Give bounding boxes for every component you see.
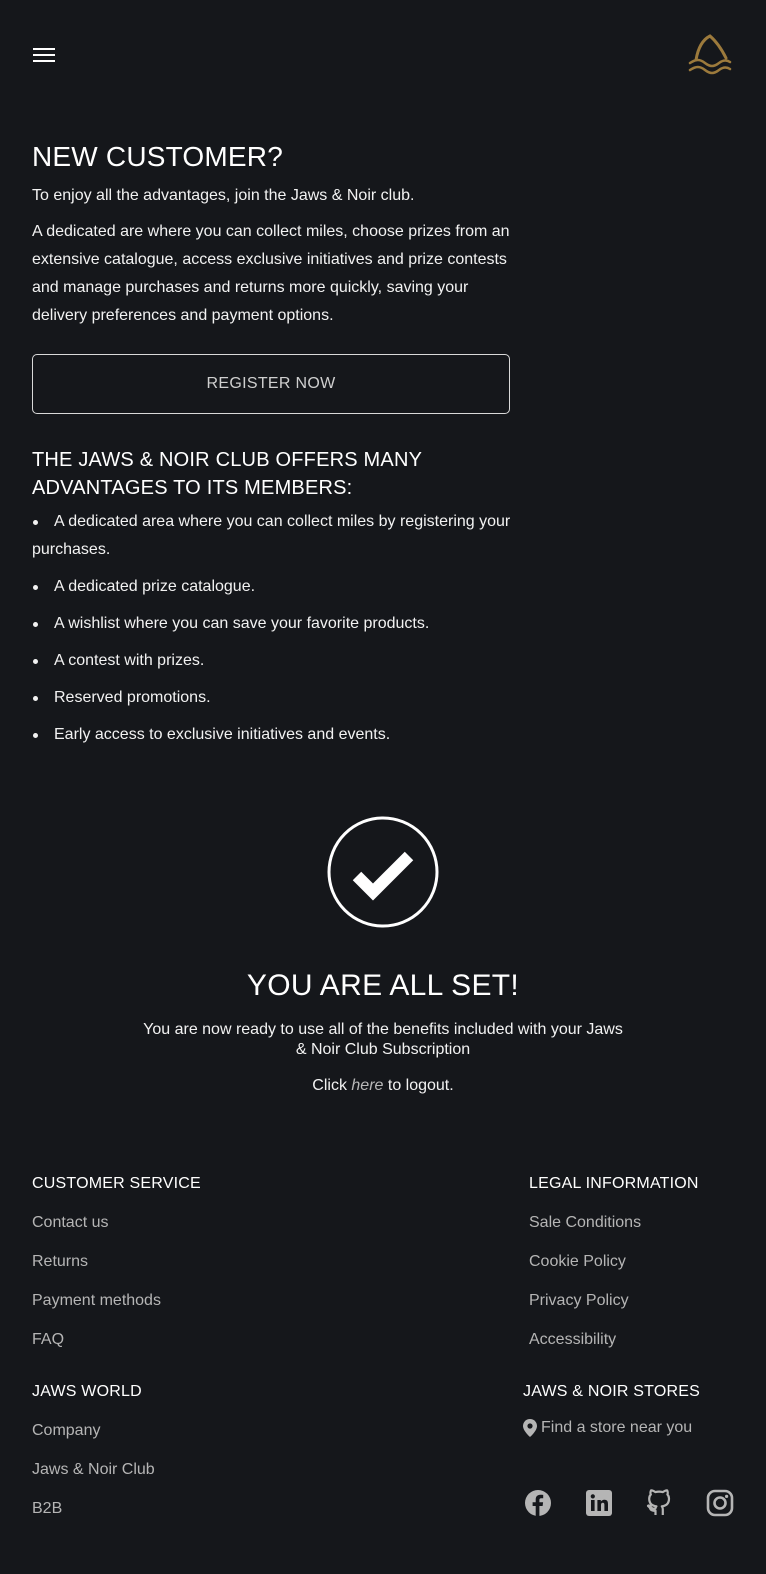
find-store-label: Find a store near you bbox=[541, 1419, 693, 1436]
hamburger-menu-icon[interactable] bbox=[33, 44, 57, 66]
list-item: A dedicated area where you can collect m… bbox=[32, 508, 512, 564]
list-item: A wishlist where you can save your favor… bbox=[32, 610, 512, 638]
footer-link-b2b[interactable]: B2B bbox=[32, 1499, 155, 1519]
github-icon[interactable] bbox=[645, 1489, 673, 1517]
advantages-title: THE JAWS & NOIR CLUB OFFERS MANY ADVANTA… bbox=[32, 449, 422, 499]
logout-prefix: Click bbox=[312, 1077, 352, 1094]
footer-link-payment[interactable]: Payment methods bbox=[32, 1291, 201, 1311]
shark-fin-waves-logo[interactable] bbox=[686, 32, 732, 78]
logout-line: Click here to logout. bbox=[0, 1076, 766, 1096]
stores-title: JAWS & NOIR STORES bbox=[523, 1383, 700, 1400]
footer-legal: LEGAL INFORMATION Sale Conditions Cookie… bbox=[529, 1174, 699, 1350]
customer-service-title: CUSTOMER SERVICE bbox=[32, 1175, 201, 1192]
legal-title: LEGAL INFORMATION bbox=[529, 1175, 699, 1192]
footer-link-cookie-policy[interactable]: Cookie Policy bbox=[529, 1252, 699, 1272]
footer-link-privacy-policy[interactable]: Privacy Policy bbox=[529, 1291, 699, 1311]
success-section: YOU ARE ALL SET! You are now ready to us… bbox=[0, 816, 766, 1096]
logout-link[interactable]: here bbox=[351, 1077, 383, 1094]
map-pin-icon bbox=[523, 1419, 537, 1437]
new-customer-section: NEW CUSTOMER? To enjoy all the advantage… bbox=[32, 140, 512, 330]
footer-jaws-world: JAWS WORLD Company Jaws & Noir Club B2B bbox=[32, 1382, 155, 1519]
new-customer-description: A dedicated are where you can collect mi… bbox=[32, 223, 510, 324]
list-item: Early access to exclusive initiatives an… bbox=[32, 721, 512, 749]
success-message: You are now ready to use all of the bene… bbox=[143, 1021, 623, 1058]
logout-suffix: to logout. bbox=[383, 1077, 454, 1094]
register-now-button[interactable]: REGISTER NOW bbox=[32, 354, 510, 414]
advantages-list: A dedicated area where you can collect m… bbox=[32, 508, 512, 749]
list-item: Reserved promotions. bbox=[32, 684, 512, 712]
new-customer-intro: To enjoy all the advantages, join the Ja… bbox=[32, 187, 415, 204]
footer-link-faq[interactable]: FAQ bbox=[32, 1330, 201, 1350]
advantages-section: THE JAWS & NOIR CLUB OFFERS MANY ADVANTA… bbox=[32, 446, 512, 758]
footer-stores: JAWS & NOIR STORES Find a store near you bbox=[523, 1382, 700, 1438]
list-item: A contest with prizes. bbox=[32, 647, 512, 675]
check-circle-icon bbox=[327, 816, 439, 928]
header bbox=[0, 0, 766, 110]
footer-link-contact[interactable]: Contact us bbox=[32, 1213, 201, 1233]
instagram-icon[interactable] bbox=[706, 1489, 734, 1517]
footer-link-club[interactable]: Jaws & Noir Club bbox=[32, 1460, 155, 1480]
find-store-link[interactable]: Find a store near you bbox=[523, 1418, 700, 1438]
new-customer-title: NEW CUSTOMER? bbox=[32, 141, 283, 172]
footer-link-sale-conditions[interactable]: Sale Conditions bbox=[529, 1213, 699, 1233]
jaws-world-title: JAWS WORLD bbox=[32, 1383, 142, 1400]
linkedin-icon[interactable] bbox=[585, 1489, 613, 1517]
success-title: YOU ARE ALL SET! bbox=[246, 969, 520, 1002]
footer-customer-service: CUSTOMER SERVICE Contact us Returns Paym… bbox=[32, 1174, 201, 1350]
footer-link-returns[interactable]: Returns bbox=[32, 1252, 201, 1272]
footer-link-accessibility[interactable]: Accessibility bbox=[529, 1330, 699, 1350]
facebook-icon[interactable] bbox=[524, 1489, 552, 1517]
social-links bbox=[524, 1489, 734, 1519]
footer-link-company[interactable]: Company bbox=[32, 1421, 155, 1441]
list-item: A dedicated prize catalogue. bbox=[32, 573, 512, 601]
